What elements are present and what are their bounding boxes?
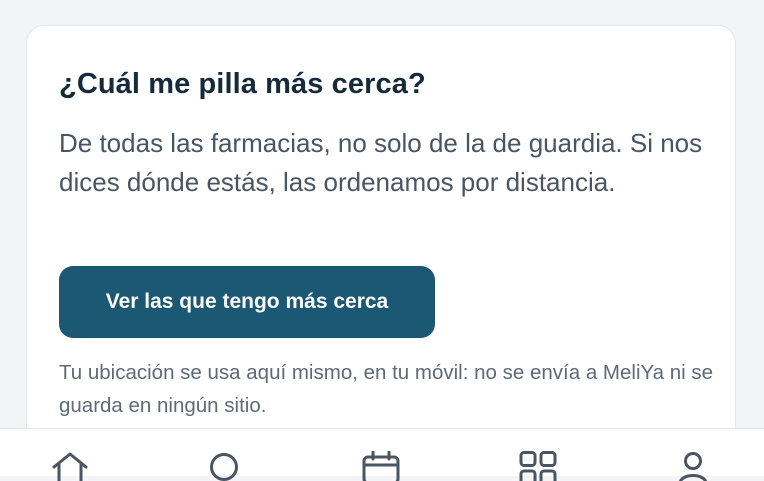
user-icon [679,452,707,481]
nav-grid[interactable] [518,451,558,481]
nav-profile[interactable] [673,451,713,481]
privacy-note: Tu ubicación se usa aquí mismo, en tu mó… [59,361,714,417]
show-nearest-button[interactable]: Ver las que tengo más cerca [59,266,435,338]
nav-home[interactable] [50,451,90,481]
grid-icon [519,451,557,481]
calendar-icon [362,451,400,481]
bottom-nav [0,428,764,481]
card-title: ¿Cuál me pilla más cerca? [59,68,426,100]
nav-search[interactable] [204,451,244,481]
nav-calendar[interactable] [361,451,401,481]
home-icon [52,452,88,481]
location-card: ¿Cuál me pilla más cerca? De todas las f… [26,25,736,465]
search-icon [210,453,238,481]
card-description: De todas las farmacias, no solo de la de… [59,128,703,197]
